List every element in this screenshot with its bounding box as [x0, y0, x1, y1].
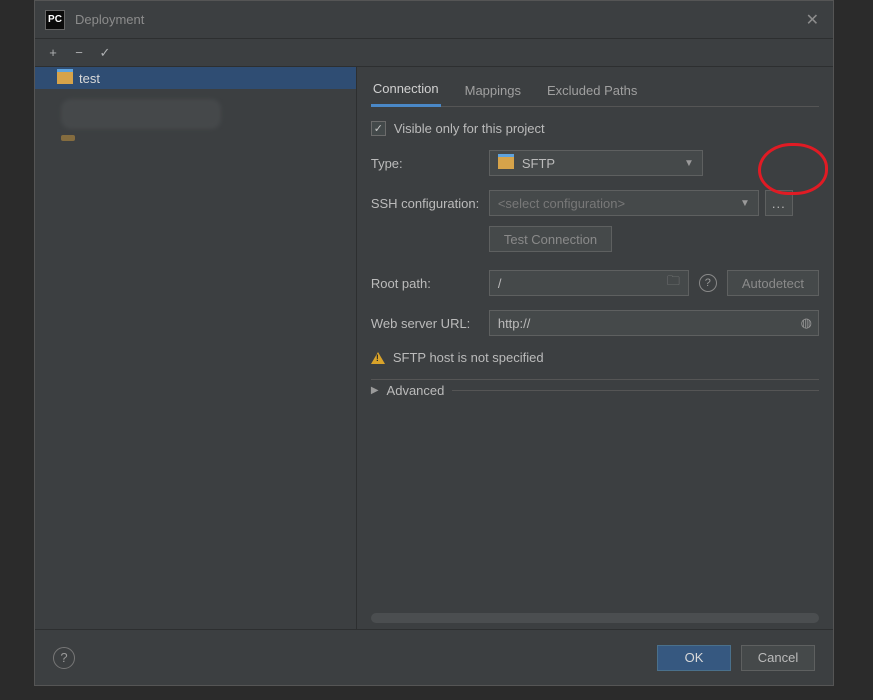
- web-url-row: Web server URL: http:// ◍: [371, 310, 819, 336]
- type-row: Type: SFTP ▼: [371, 150, 819, 176]
- type-label: Type:: [371, 156, 489, 171]
- server-list: test: [35, 67, 357, 629]
- ssh-config-placeholder: <select configuration>: [498, 196, 625, 211]
- server-item-label: test: [79, 71, 100, 86]
- type-value: SFTP: [522, 156, 555, 171]
- web-url-value: http://: [498, 316, 531, 331]
- horizontal-scrollbar[interactable]: [371, 613, 819, 623]
- pycharm-icon: PC: [45, 10, 65, 30]
- details-pane: Connection Mappings Excluded Paths ✓ Vis…: [357, 67, 833, 629]
- test-connection-button[interactable]: Test Connection: [489, 226, 612, 252]
- advanced-section[interactable]: ▶ Advanced: [371, 379, 819, 401]
- warning-icon: [371, 352, 385, 364]
- close-icon[interactable]: ✕: [802, 6, 823, 34]
- folder-icon[interactable]: 🗀: [667, 272, 680, 294]
- web-url-input[interactable]: http:// ◍: [489, 310, 819, 336]
- tabs: Connection Mappings Excluded Paths: [371, 67, 819, 107]
- ssh-config-browse-button[interactable]: ...: [765, 190, 793, 216]
- visible-only-label: Visible only for this project: [394, 121, 545, 136]
- ok-button[interactable]: OK: [657, 645, 731, 671]
- warning-row: SFTP host is not specified: [371, 350, 819, 365]
- mark-default-button[interactable]: ✓: [93, 42, 117, 64]
- chevron-right-icon: ▶: [371, 385, 379, 396]
- add-button[interactable]: +: [41, 42, 65, 64]
- sftp-icon: [57, 72, 73, 84]
- titlebar: PC Deployment ✕: [35, 1, 833, 39]
- window-title: Deployment: [75, 12, 144, 27]
- server-item-test[interactable]: test: [35, 67, 356, 89]
- root-path-row: Root path: / 🗀 ? Autodetect: [371, 270, 819, 296]
- ssh-config-combobox[interactable]: <select configuration> ▼: [489, 190, 759, 216]
- visible-only-checkbox[interactable]: ✓: [371, 121, 386, 136]
- dialog-footer: ? OK Cancel: [35, 629, 833, 685]
- test-connection-row: Test Connection: [371, 226, 819, 252]
- tab-mappings[interactable]: Mappings: [463, 73, 523, 106]
- help-icon[interactable]: ?: [699, 274, 717, 292]
- ssh-config-row: SSH configuration: <select configuration…: [371, 190, 819, 216]
- web-url-label: Web server URL:: [371, 316, 489, 331]
- body: test Connection Mappings Excluded Paths …: [35, 67, 833, 629]
- tab-connection[interactable]: Connection: [371, 71, 441, 107]
- root-path-label: Root path:: [371, 276, 489, 291]
- ssh-config-label: SSH configuration:: [371, 196, 489, 211]
- chevron-down-icon: ▼: [684, 158, 694, 169]
- redacted-icon: [61, 135, 75, 141]
- toolbar: + − ✓: [35, 39, 833, 67]
- redacted-item: [61, 99, 221, 129]
- autodetect-button[interactable]: Autodetect: [727, 270, 819, 296]
- warning-text: SFTP host is not specified: [393, 350, 544, 365]
- visible-only-row: ✓ Visible only for this project: [371, 121, 819, 136]
- type-combobox[interactable]: SFTP ▼: [489, 150, 703, 176]
- help-button[interactable]: ?: [53, 647, 75, 669]
- globe-icon[interactable]: ◍: [801, 315, 812, 331]
- advanced-label: Advanced: [387, 383, 445, 398]
- root-path-input[interactable]: / 🗀: [489, 270, 689, 296]
- chevron-down-icon: ▼: [740, 198, 750, 209]
- deployment-dialog: PC Deployment ✕ + − ✓ test Connection Ma…: [34, 0, 834, 686]
- remove-button[interactable]: −: [67, 42, 91, 64]
- root-path-value: /: [498, 276, 502, 291]
- sftp-icon: [498, 157, 514, 169]
- tab-excluded-paths[interactable]: Excluded Paths: [545, 73, 639, 106]
- cancel-button[interactable]: Cancel: [741, 645, 815, 671]
